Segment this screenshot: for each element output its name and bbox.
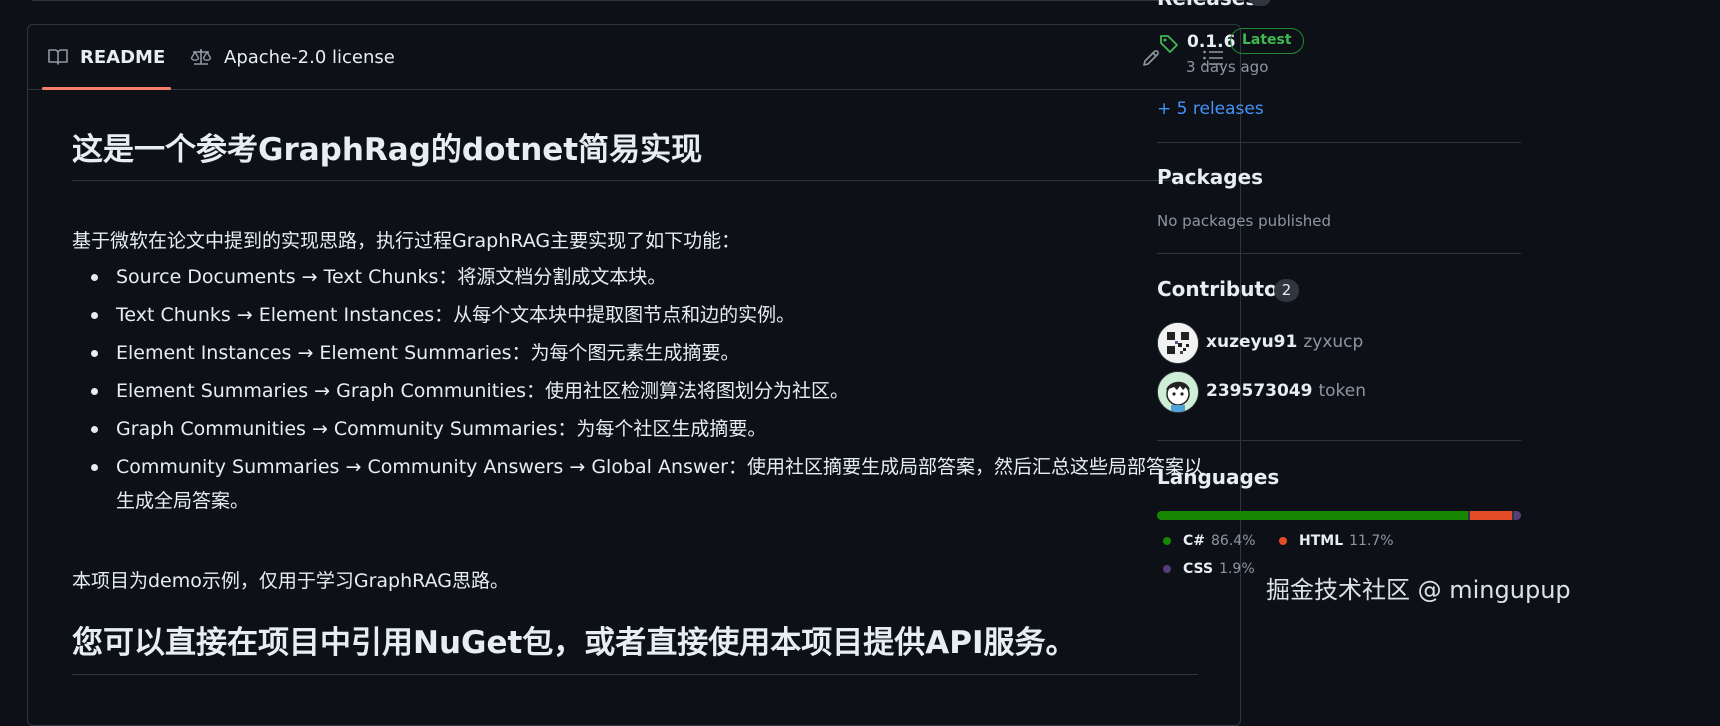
language-color-dot xyxy=(1163,565,1171,573)
divider xyxy=(1157,440,1521,441)
readme-card: README Apache-2.0 license 这是一个参考GraphRag… xyxy=(27,24,1241,726)
contributor-login: xuzeyu91 xyxy=(1206,332,1298,352)
release-date: 3 days ago xyxy=(1186,58,1269,76)
tab-readme-label: README xyxy=(80,46,166,68)
languages-bar xyxy=(1157,511,1521,520)
readme-intro: 基于微软在论文中提到的实现思路，执行过程GraphRAG主要实现了如下功能： xyxy=(72,230,741,252)
cartoon-avatar-icon xyxy=(1158,372,1198,412)
contributor-row[interactable]: xuzeyu91 zyxucp xyxy=(1206,332,1363,352)
list-item: Source Documents → Text Chunks：将源文档分割成文本… xyxy=(91,260,1206,294)
language-percent: 1.9% xyxy=(1219,561,1255,577)
book-icon xyxy=(48,49,68,65)
language-bar-segment xyxy=(1157,511,1469,520)
contributors-count-badge: 2 xyxy=(1274,279,1299,302)
list-item: Graph Communities → Community Summaries：… xyxy=(91,412,1206,446)
languages-heading: Languages xyxy=(1157,465,1280,489)
feature-list: Source Documents → Text Chunks：将源文档分割成文本… xyxy=(72,260,1206,522)
contributor-name: token xyxy=(1318,381,1367,401)
list-item: Text Chunks → Element Instances：从每个文本块中提… xyxy=(91,298,1206,332)
language-name: HTML xyxy=(1299,533,1344,549)
language-color-dot xyxy=(1163,537,1171,545)
packages-heading[interactable]: Packages xyxy=(1157,165,1263,189)
qr-code-avatar-icon xyxy=(1158,323,1198,363)
language-percent: 11.7% xyxy=(1349,533,1394,549)
readme-heading-nuget: 您可以直接在项目中引用NuGet包，或者直接使用本项目提供API服务。 xyxy=(72,622,1198,675)
latest-badge: Latest xyxy=(1230,28,1304,54)
contributor-login: 239573049 xyxy=(1206,381,1313,401)
language-percent: 86.4% xyxy=(1211,533,1256,549)
tab-license-label: Apache-2.0 license xyxy=(224,46,395,68)
watermark: 掘金技术社区 @ mingupup xyxy=(1266,576,1571,604)
releases-heading[interactable]: Releases xyxy=(1157,0,1257,10)
tab-license[interactable]: Apache-2.0 license xyxy=(190,25,395,89)
language-item-html[interactable]: HTML 11.7% xyxy=(1279,533,1394,549)
avatar[interactable] xyxy=(1157,371,1199,413)
contributor-row[interactable]: 239573049 token xyxy=(1206,381,1366,401)
previous-card-edge xyxy=(28,0,1240,1)
readme-header: README Apache-2.0 license xyxy=(28,25,1240,90)
divider xyxy=(1157,253,1521,254)
more-releases-link[interactable]: + 5 releases xyxy=(1157,99,1264,119)
divider xyxy=(1157,142,1521,143)
list-item: Element Instances → Element Summaries：为每… xyxy=(91,336,1206,370)
language-bar-segment xyxy=(1514,511,1521,520)
latest-release-link[interactable]: 0.1.6 xyxy=(1187,32,1235,52)
scale-icon xyxy=(190,49,212,65)
language-bar-segment xyxy=(1470,511,1513,520)
language-name: C# xyxy=(1183,533,1206,549)
list-item: Community Summaries → Community Answers … xyxy=(91,450,1206,518)
language-item-csharp[interactable]: C# 86.4% xyxy=(1163,533,1256,549)
packages-empty-text: No packages published xyxy=(1157,212,1332,230)
list-item: Element Summaries → Graph Communities：使用… xyxy=(91,374,1206,408)
avatar[interactable] xyxy=(1157,322,1199,364)
tab-readme[interactable]: README xyxy=(41,25,172,90)
pencil-icon xyxy=(1143,50,1159,66)
language-item-css[interactable]: CSS 1.9% xyxy=(1163,561,1255,577)
contributor-name: zyxucp xyxy=(1303,332,1364,352)
readme-title: 这是一个参考GraphRag的dotnet简易实现 xyxy=(72,130,1198,181)
tag-icon xyxy=(1160,35,1178,53)
readme-note: 本项目为demo示例，仅用于学习GraphRAG思路。 xyxy=(72,570,509,592)
language-color-dot xyxy=(1279,537,1287,545)
language-name: CSS xyxy=(1183,561,1214,577)
